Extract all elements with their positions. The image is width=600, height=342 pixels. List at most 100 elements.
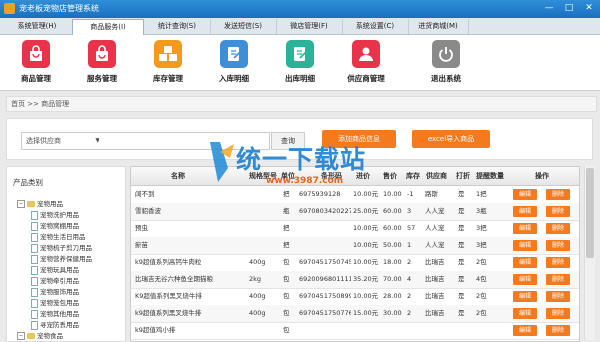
minimize-button[interactable]: — (542, 2, 556, 15)
tree-node[interactable]: 宠物玩具用品 (17, 265, 92, 276)
service-bag-icon (88, 40, 116, 68)
cell-reminder: 1把 (476, 190, 487, 198)
menu-tab-statistics[interactable]: 统计查询(S) (144, 19, 211, 34)
table-row[interactable]: k9超值鸡小排 包 编辑 删除 (131, 322, 579, 340)
inventory-management-button[interactable]: 库存管理 (138, 40, 198, 84)
cell-cost: 10.00元 (353, 292, 379, 300)
delete-button[interactable]: 删除 (546, 189, 570, 200)
edit-button[interactable]: 编辑 (513, 291, 537, 302)
cell-discount: 是 (458, 241, 465, 249)
edit-button[interactable]: 编辑 (513, 240, 537, 251)
tree-node-label: 宠物洗护用品 (40, 211, 79, 219)
delete-button[interactable]: 删除 (546, 291, 570, 302)
delete-button[interactable]: 删除 (546, 274, 570, 285)
cell-reminder: 3把 (476, 224, 487, 232)
table-row[interactable]: 雪貂香波 瓶 6970803420227 25.00元 60.00 3 人人宠 是 3瓶 编辑 删除 (131, 203, 579, 221)
supplier-management-button[interactable]: 供应商管理 (336, 40, 396, 84)
cell-barcode (299, 237, 351, 254)
tree-node-label: 宠物服饰用品 (40, 288, 79, 296)
document-icon (31, 265, 38, 275)
edit-button[interactable]: 编辑 (513, 206, 537, 217)
table-row[interactable]: 预虫 把 10.00元 60.00 57 人人宠 是 3把 编辑 删除 (131, 220, 579, 238)
edit-button[interactable]: 编辑 (513, 308, 537, 319)
supplier-select[interactable]: 选择供应商 ▼ (21, 132, 105, 150)
cell-price: 18.00 (383, 258, 402, 266)
cell-unit: 把 (283, 241, 290, 249)
edit-button[interactable]: 编辑 (513, 274, 537, 285)
table-row[interactable]: K9超值系列黑叉烧牛排 400g 包 6970451750899 10.00元 28.00… (131, 288, 579, 306)
tree-node-label: 宠物梳子剪刀用品 (40, 244, 92, 252)
toolbar-label: 入库明细 (219, 74, 249, 83)
cell-unit: 包 (283, 258, 290, 266)
collapse-icon[interactable]: − (17, 200, 25, 208)
goods-management-button[interactable]: 商品管理 (6, 40, 66, 84)
delete-button[interactable]: 删除 (546, 240, 570, 251)
tree-node[interactable]: − 宠物用品 (17, 199, 92, 210)
tree-node[interactable]: 宠物窝棚用品 (17, 221, 92, 232)
breadcrumb: 首页 >> 商品管理 (6, 96, 597, 112)
menu-tab-purchase-mall[interactable]: 进货商城(M) (408, 19, 469, 34)
tree-node[interactable]: 寻宠防丢用品 (17, 320, 92, 331)
delete-button[interactable]: 删除 (546, 223, 570, 234)
cell-spec: 400g (249, 258, 266, 266)
edit-button[interactable]: 编辑 (513, 325, 537, 336)
exit-system-button[interactable]: 退出系统 (416, 40, 476, 84)
tree-node[interactable]: 宠物服饰用品 (17, 287, 92, 298)
scrollbar-thumb[interactable] (586, 168, 594, 258)
cell-cost: 35.20元 (353, 275, 379, 283)
column-header-discount[interactable]: 打折 (456, 167, 478, 185)
cell-stock (407, 322, 425, 339)
menu-tab-system[interactable]: 系统管理(H) (2, 19, 73, 34)
table-row[interactable]: 瘀苗 把 10.00元 50.00 1 人人宠 是 3把 编辑 删除 (131, 237, 579, 255)
maximize-button[interactable]: □ (562, 2, 576, 15)
table-row[interactable]: 比瑞吉无谷六种鱼全期猫粮 2kg 包 6920096801111 35.20元 70.00… (131, 271, 579, 289)
vertical-scrollbar[interactable] (584, 166, 595, 340)
tree-node[interactable]: 宠物其他用品 (17, 309, 92, 320)
tree-node[interactable]: 宠物笼包用品 (17, 298, 92, 309)
tree-node[interactable]: 宠物梳子剪刀用品 (17, 243, 92, 254)
service-management-button[interactable]: 服务管理 (72, 40, 132, 84)
cell-name: K9超值系列黑叉烧牛排 (135, 292, 202, 300)
stock-out-detail-button[interactable]: 出库明细 (270, 40, 330, 84)
edit-button[interactable]: 编辑 (513, 257, 537, 268)
cell-reminder (476, 322, 510, 339)
tree-node[interactable]: 宠物生活日用品 (17, 232, 92, 243)
delete-button[interactable]: 删除 (546, 308, 570, 319)
cell-name: 瘀苗 (135, 241, 148, 249)
table-row[interactable]: k9超值系列高钙牛肉粒 400g 包 6970451750745 10.00元 18.00… (131, 254, 579, 272)
cell-spec (249, 237, 279, 254)
delete-button[interactable]: 删除 (546, 257, 570, 268)
cell-supplier (425, 322, 457, 339)
cell-price: 30.00 (383, 309, 402, 317)
cell-discount: 是 (458, 309, 465, 317)
tree-node[interactable]: 宠物牵引用品 (17, 276, 92, 287)
edit-button[interactable]: 编辑 (513, 189, 537, 200)
column-header-name[interactable]: 名称 (171, 167, 201, 185)
table-row[interactable]: k9超值系列黑叉烧牛排 400g 包 6970451750776 15.00元 30.00… (131, 305, 579, 323)
menu-tab-sms[interactable]: 发送短信(S) (210, 19, 277, 34)
tree-node[interactable]: 宠物营养保健用品 (17, 254, 92, 265)
cell-discount: 是 (458, 258, 465, 266)
edit-button[interactable]: 编辑 (513, 223, 537, 234)
boxes-icon (154, 40, 182, 68)
delete-button[interactable]: 删除 (546, 206, 570, 217)
cell-unit: 包 (283, 309, 290, 317)
watermark-text: 统一下载站 (236, 145, 367, 174)
column-header-reminder[interactable]: 提醒数量 (476, 167, 512, 185)
toolbar-label: 商品管理 (21, 74, 51, 83)
column-header-actions: 操作 (535, 172, 549, 180)
cell-barcode: 6970451750776 (299, 309, 351, 317)
tree-node[interactable]: 宠物洗护用品 (17, 210, 92, 221)
tree-node-label: 宠物生活日用品 (40, 233, 86, 241)
menu-tab-goods-service[interactable]: 商品服务(I) (72, 19, 144, 35)
collapse-icon[interactable]: − (17, 332, 25, 340)
window-title: 宠老板宠物店管理系统 (19, 4, 99, 13)
delete-button[interactable]: 删除 (546, 325, 570, 336)
document-icon (31, 276, 38, 286)
tree-node-label: 宠物食品 (37, 332, 63, 340)
stock-in-detail-button[interactable]: 入库明细 (204, 40, 264, 84)
tree-node[interactable]: − 宠物食品 (17, 331, 92, 342)
close-button[interactable]: ✕ (582, 2, 596, 15)
menu-tab-settings[interactable]: 系统设置(C) (342, 19, 409, 34)
menu-tab-microshop[interactable]: 微店管理(F) (276, 19, 343, 34)
